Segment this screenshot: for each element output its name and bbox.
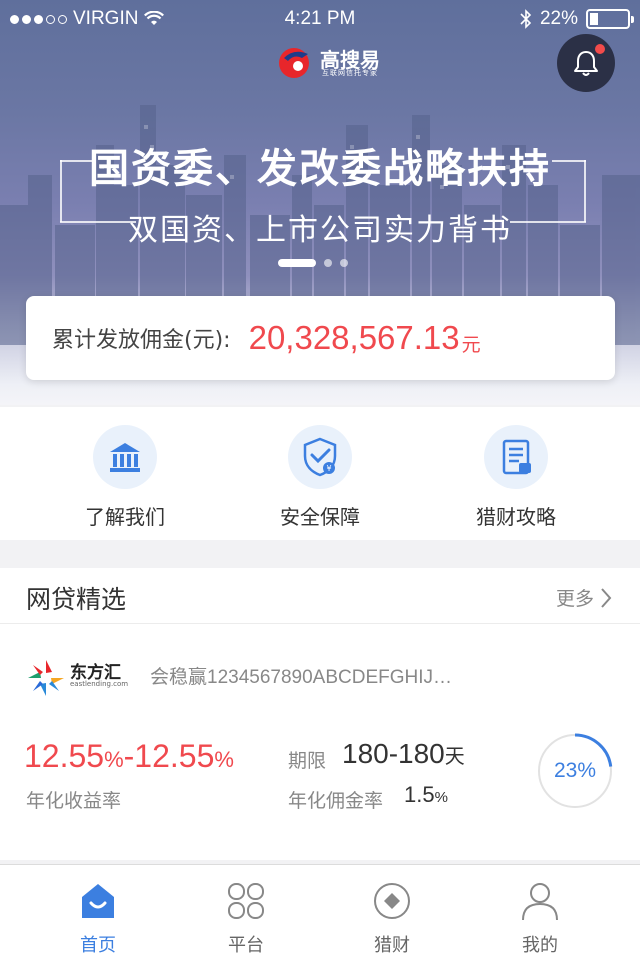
quick-link-label: 安全保障 xyxy=(280,505,360,529)
svg-text:¥: ¥ xyxy=(326,464,331,473)
total-commission-label: 累计发放佣金(元): xyxy=(52,328,231,353)
section-header: 网贷精选 更多 xyxy=(0,568,640,624)
chevron-right-icon xyxy=(601,587,612,608)
carousel-indicator[interactable] xyxy=(278,259,348,267)
battery-icon xyxy=(586,9,634,29)
commission-rate-label: 年化佣金率 xyxy=(288,790,384,812)
grid-icon xyxy=(228,883,264,919)
notification-button[interactable] xyxy=(557,34,615,92)
annual-yield-label: 年化收益率 xyxy=(26,790,122,812)
quick-link-label: 猎财攻略 xyxy=(476,505,556,529)
banner-subtitle: 双国资、上市公司实力背书 xyxy=(128,213,512,248)
tab-platform[interactable]: 平台 xyxy=(166,879,326,957)
tab-label: 平台 xyxy=(228,935,264,956)
battery-percent: 22% xyxy=(539,8,578,29)
commission-rate-value: 1.5% xyxy=(404,782,448,808)
status-bar: VIRGIN 4:21 PM 22% xyxy=(0,0,640,40)
logo-tagline: 互联网信托专家 xyxy=(322,69,378,77)
total-commission-value: 20,328,567.13 xyxy=(248,319,460,356)
more-link[interactable]: 更多 xyxy=(556,584,612,611)
shield-icon: ¥ xyxy=(303,437,337,477)
carousel-dot[interactable] xyxy=(340,259,348,267)
banner-frame-line xyxy=(552,160,586,162)
bluetooth-icon xyxy=(520,9,532,29)
bank-icon xyxy=(110,443,140,472)
term-value: 180-180天 xyxy=(342,738,465,770)
yield-max-unit: % xyxy=(214,747,234,772)
tab-mine[interactable]: 我的 xyxy=(460,879,620,957)
quick-link-label: 了解我们 xyxy=(85,505,165,529)
platform-domain: eastlending.com xyxy=(70,680,129,688)
tab-label: 我的 xyxy=(522,935,558,956)
logo-mark-icon xyxy=(279,48,309,78)
quick-link-guide[interactable]: 猎财攻略 xyxy=(436,425,596,530)
notification-badge xyxy=(595,44,605,54)
battery-level-fill xyxy=(590,13,598,25)
home-icon xyxy=(82,884,114,918)
platform-logo: 东方汇 eastlending.com xyxy=(26,658,129,698)
yield-min-unit: % xyxy=(104,747,124,772)
product-name: 会稳赢1234567890ABCDEFGHIJ… xyxy=(150,667,453,688)
section-title: 网贷精选 xyxy=(26,585,127,614)
coin-icon xyxy=(374,883,410,919)
total-commission-card: 累计发放佣金(元): 20,328,567.13 元 xyxy=(26,296,615,380)
commission-value: 1.5 xyxy=(404,782,435,807)
platform-logo-mark-icon xyxy=(28,660,64,696)
quick-links: 了解我们 ¥ 安全保障 猎财攻略 xyxy=(0,407,640,540)
carousel-dot[interactable] xyxy=(324,259,332,267)
term-days: 180-180 xyxy=(342,738,445,769)
quick-link-security[interactable]: ¥ 安全保障 xyxy=(240,425,400,530)
carousel-dot-active[interactable] xyxy=(278,259,316,267)
commission-unit: % xyxy=(434,789,448,806)
funding-progress-ring: 23% xyxy=(536,732,614,810)
banner-title: 国资委、发改委战略扶持 xyxy=(89,146,551,192)
tab-hunt[interactable]: 猎财 xyxy=(312,879,472,957)
tab-label: 猎财 xyxy=(374,935,410,956)
document-icon xyxy=(502,439,531,475)
yield-max: 12.55 xyxy=(134,738,215,774)
user-icon xyxy=(522,883,558,921)
bottom-tab-bar: 首页 平台 猎财 我的 xyxy=(0,864,640,960)
banner-frame-line xyxy=(60,160,94,162)
annual-yield: 12.55%-12.55% xyxy=(24,738,234,774)
app-logo: 高搜易 互联网信托专家 xyxy=(276,44,386,80)
total-commission-unit: 元 xyxy=(461,333,481,356)
tab-label: 首页 xyxy=(80,935,116,956)
yield-min: 12.55 xyxy=(24,738,105,774)
progress-percent: 23% xyxy=(553,759,597,782)
loan-product-card[interactable]: 东方汇 eastlending.com 会稳赢1234567890ABCDEFG… xyxy=(0,625,640,860)
term-label: 期限 xyxy=(288,750,327,772)
tab-home[interactable]: 首页 xyxy=(18,879,178,957)
quick-link-about[interactable]: 了解我们 xyxy=(45,425,205,530)
platform-row: 东方汇 eastlending.com 会稳赢1234567890ABCDEFG… xyxy=(26,658,616,702)
more-label: 更多 xyxy=(555,588,594,610)
featured-loans-section: 网贷精选 更多 东方汇 eastlending.com 会稳赢123456789… xyxy=(0,568,640,860)
term-unit: 天 xyxy=(444,746,465,768)
